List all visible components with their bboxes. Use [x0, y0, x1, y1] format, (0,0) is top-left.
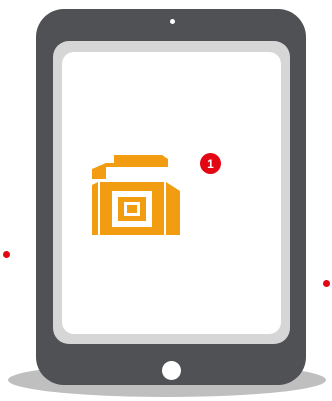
telephone-icon — [92, 155, 180, 235]
home-button[interactable] — [162, 361, 181, 380]
phone-app-icon[interactable]: 1 — [86, 145, 221, 245]
body-right-foot — [166, 182, 180, 235]
tablet-scene: 1 — [0, 0, 332, 401]
left-red-dot — [3, 251, 10, 258]
right-red-dot — [323, 280, 330, 287]
handset-underline — [106, 163, 168, 167]
handset-gap — [92, 179, 170, 182]
front-camera-icon — [170, 19, 175, 24]
dial-keypad — [127, 205, 137, 213]
notification-badge: 1 — [200, 153, 221, 174]
body-left-foot — [92, 182, 98, 235]
handset-left-cap — [92, 163, 106, 179]
